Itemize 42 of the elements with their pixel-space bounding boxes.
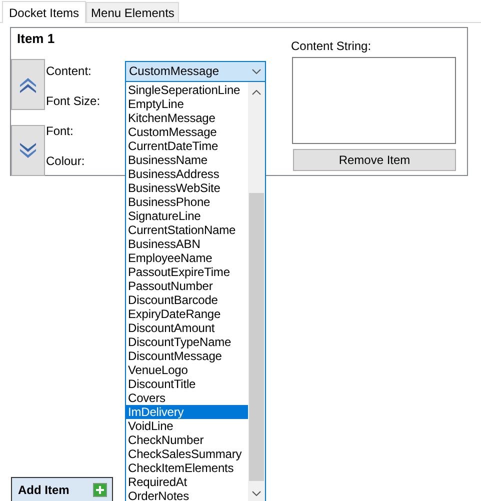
remove-item-button[interactable]: Remove Item (293, 149, 456, 171)
dropdown-option[interactable]: SingleSeperationLine (126, 82, 248, 96)
dropdown-option[interactable]: SignatureLine (126, 208, 248, 222)
dropdown-option[interactable]: DiscountBarcode (126, 292, 248, 306)
dropdown-option[interactable]: CheckItemElements (126, 460, 248, 474)
dropdown-option[interactable]: VoidLine (126, 418, 248, 432)
dropdown-option[interactable]: OrderNotes (126, 488, 248, 501)
dropdown-option[interactable]: CurrentDateTime (126, 138, 248, 152)
tab[interactable]: Docket Items (2, 1, 86, 23)
tab[interactable]: Menu Elements (86, 2, 180, 22)
dropdown-option[interactable]: PassoutExpireTime (126, 264, 248, 278)
dropdown-option[interactable]: DiscountMessage (126, 348, 248, 362)
dropdown-option[interactable]: BusinessWebSite (126, 180, 248, 194)
item-title: Item 1 (17, 31, 55, 46)
dropdown-option[interactable]: BusinessAddress (126, 166, 248, 180)
dropdown-option[interactable]: DiscountTitle (126, 376, 248, 390)
dropdown-option[interactable]: DiscountTypeName (126, 334, 248, 348)
field-label: Content: (46, 64, 92, 78)
dropdown-option[interactable]: EmptyLine (126, 96, 248, 110)
field-label: Colour: (46, 154, 86, 168)
dropdown-option[interactable]: ExpiryDateRange (126, 306, 248, 320)
dropdown-option[interactable]: CurrentStationName (126, 222, 248, 236)
dropdown-option[interactable]: DiscountAmount (126, 320, 248, 334)
dropdown-option[interactable]: PassoutNumber (126, 278, 248, 292)
dropdown-option[interactable]: CheckNumber (126, 432, 248, 446)
dropdown-option[interactable]: CustomMessage (126, 124, 248, 138)
dropdown-option[interactable]: CheckSalesSummary (126, 446, 248, 460)
field-label: Font: (46, 124, 74, 138)
dropdown-option[interactable]: ImDelivery (126, 404, 248, 418)
dropdown-option[interactable]: EmployeeName (126, 250, 248, 264)
dropdown-option[interactable]: KitchenMessage (126, 110, 248, 124)
add-item-bar[interactable]: Add Item (11, 477, 113, 501)
dropdown-option[interactable]: VenueLogo (126, 362, 248, 376)
dropdown-option[interactable]: Covers (126, 390, 248, 404)
add-item-label: Add Item (18, 482, 70, 496)
content-dropdown[interactable]: CustomMessage (125, 60, 266, 82)
field-label: Font Size: (46, 94, 102, 108)
dropdown-option[interactable]: BusinessABN (126, 236, 248, 250)
field-label: Content String: (291, 39, 372, 55)
dropdown-option[interactable]: RequiredAt (126, 474, 248, 488)
dropdown-option[interactable]: BusinessName (126, 152, 248, 166)
dropdown-option[interactable]: BusinessPhone (126, 194, 248, 208)
